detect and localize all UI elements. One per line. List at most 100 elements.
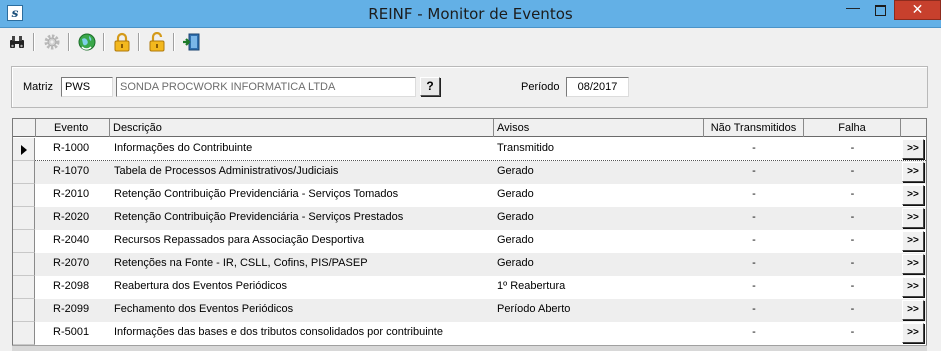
lookup-button[interactable]: ? <box>420 77 440 96</box>
gear-icon <box>44 34 60 50</box>
column-header-evento[interactable]: Evento <box>36 119 110 137</box>
cell-falha: - <box>850 165 855 177</box>
cell-nao-transmitidos: - <box>752 234 756 246</box>
cell-nao-transmitidos: - <box>752 326 756 338</box>
transmit-button[interactable] <box>75 31 99 53</box>
open-event-button[interactable]: >> <box>902 254 924 274</box>
header-indicator <box>13 119 36 137</box>
cell-evento: R-2070 <box>53 257 90 269</box>
row-selector[interactable] <box>13 230 35 253</box>
open-event-button[interactable]: >> <box>902 208 924 228</box>
column-header-actions <box>901 119 926 137</box>
table-row[interactable]: R-2020 Retenção Contribuição Previdenciár… <box>13 207 926 230</box>
cell-nao-transmitidos: - <box>752 280 756 292</box>
cell-avisos: Gerado <box>497 257 534 269</box>
matriz-label: Matriz <box>23 81 53 93</box>
cell-falha: - <box>850 280 855 292</box>
search-button[interactable] <box>5 31 29 53</box>
open-event-button[interactable]: >> <box>902 231 924 251</box>
cell-evento: R-1070 <box>53 165 90 177</box>
row-selector[interactable] <box>13 138 35 161</box>
row-selector[interactable] <box>13 207 35 230</box>
cell-evento: R-5001 <box>53 326 90 338</box>
cell-nao-transmitidos: - <box>752 211 756 223</box>
cell-evento: R-2098 <box>53 280 90 292</box>
window-title: REINF - Monitor de Eventos <box>368 5 573 23</box>
table-row[interactable]: R-2040 Recursos Repassados para Associaçã… <box>13 230 926 253</box>
column-header-falha[interactable]: Falha <box>804 119 901 137</box>
matriz-name-field: SONDA PROCWORK INFORMATICA LTDA <box>116 77 416 97</box>
grid-header: Evento Descrição Avisos Não Transmitidos… <box>13 119 926 137</box>
cell-falha: - <box>850 142 855 154</box>
row-selector[interactable] <box>13 184 35 207</box>
row-pointer-icon <box>21 145 27 155</box>
exit-button[interactable] <box>180 31 204 53</box>
cell-falha: - <box>850 234 855 246</box>
cell-nao-transmitidos: - <box>752 165 756 177</box>
table-row[interactable]: R-2010 Retenção Contribuição Previdenciár… <box>13 184 926 207</box>
cell-descricao: Recursos Repassados para Associação Desp… <box>114 234 365 246</box>
row-selector[interactable] <box>13 161 35 184</box>
cell-falha: - <box>850 326 855 338</box>
lock-icon <box>114 32 130 52</box>
row-selector[interactable] <box>13 276 35 299</box>
cell-falha: - <box>850 211 855 223</box>
cell-avisos: Gerado <box>497 234 534 246</box>
cell-descricao: Fechamento dos Eventos Periódicos <box>114 303 294 315</box>
open-event-button[interactable]: >> <box>902 162 924 182</box>
open-event-button[interactable]: >> <box>902 323 924 343</box>
open-event-button[interactable]: >> <box>902 185 924 205</box>
binoculars-icon <box>10 36 24 48</box>
periodo-field[interactable]: 08/2017 <box>566 77 629 97</box>
cell-avisos: Transmitido <box>497 142 555 154</box>
table-row[interactable]: R-2070 Retenções na Fonte - IR, CSLL, Cof… <box>13 253 926 276</box>
events-grid[interactable]: Evento Descrição Avisos Não Transmitidos… <box>12 118 927 351</box>
cell-nao-transmitidos: - <box>752 188 756 200</box>
cell-descricao: Reabertura dos Eventos Periódicos <box>114 280 288 292</box>
unlock-button[interactable] <box>145 31 169 53</box>
minimize-button[interactable]: — <box>840 0 866 20</box>
table-row[interactable]: R-2099 Fechamento dos Eventos Periódicos P… <box>13 299 926 322</box>
cell-evento: R-2099 <box>53 303 90 315</box>
open-event-button[interactable]: >> <box>902 277 924 297</box>
lock-button[interactable] <box>110 31 134 53</box>
table-row[interactable]: R-5001 Informações das bases e dos tribut… <box>13 322 926 345</box>
settings-button[interactable] <box>40 31 64 53</box>
column-header-descricao[interactable]: Descrição <box>110 119 494 137</box>
cell-avisos: Gerado <box>497 188 534 200</box>
table-row[interactable]: R-2098 Reabertura dos Eventos Periódicos 1… <box>13 276 926 299</box>
cell-descricao: Informações das bases e dos tributos con… <box>114 326 443 338</box>
table-row[interactable]: R-1070 Tabela de Processos Administrativo… <box>13 161 926 184</box>
table-row[interactable]: R-1000 Informações do Contribuinte Transmi… <box>13 138 926 161</box>
cell-descricao: Tabela de Processos Administrativos/Judi… <box>114 165 339 177</box>
cell-descricao: Retenção Contribuição Previdenciária - S… <box>114 211 404 223</box>
row-selector[interactable] <box>13 299 35 322</box>
row-selector[interactable] <box>13 253 35 276</box>
row-selector[interactable] <box>13 322 35 345</box>
open-event-button[interactable]: >> <box>902 139 924 159</box>
cell-descricao: Retenções na Fonte - IR, CSLL, Cofins, P… <box>114 257 368 269</box>
cell-falha: - <box>850 257 855 269</box>
unlock-icon <box>149 32 165 52</box>
close-button[interactable]: ✕ <box>894 0 941 20</box>
cell-nao-transmitidos: - <box>752 257 756 269</box>
horizontal-scrollbar[interactable] <box>12 345 927 351</box>
cell-descricao: Retenção Contribuição Previdenciária - S… <box>114 188 399 200</box>
column-header-avisos[interactable]: Avisos <box>494 119 704 137</box>
matriz-code-field[interactable]: PWS <box>61 77 113 97</box>
cell-descricao: Informações do Contribuinte <box>114 142 253 154</box>
column-header-nao-transmitidos[interactable]: Não Transmitidos <box>704 119 804 137</box>
open-event-button[interactable]: >> <box>902 300 924 320</box>
cell-evento: R-1000 <box>53 142 90 154</box>
toolbar <box>0 28 941 56</box>
cell-avisos <box>497 322 702 345</box>
filter-panel: Matriz PWS SONDA PROCWORK INFORMATICA LT… <box>11 66 928 108</box>
cell-avisos: Gerado <box>497 165 534 177</box>
cell-avisos: 1º Reabertura <box>497 280 566 292</box>
cell-nao-transmitidos: - <box>752 303 756 315</box>
title-bar[interactable]: s REINF - Monitor de Eventos — ✕ <box>0 0 941 28</box>
cell-evento: R-2020 <box>53 211 90 223</box>
cell-evento: R-2010 <box>53 188 90 200</box>
exit-door-icon <box>183 33 200 51</box>
maximize-button[interactable] <box>866 0 892 20</box>
